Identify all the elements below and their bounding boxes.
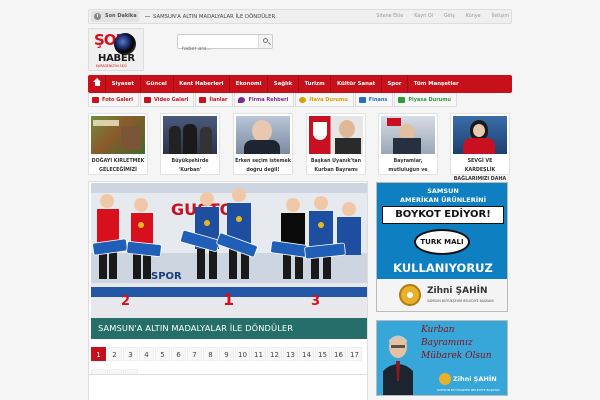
- top-link-imprint[interactable]: Künye: [466, 10, 481, 24]
- nav-home[interactable]: [88, 75, 106, 93]
- breaking-news-label: Son Dakika: [91, 11, 139, 22]
- nav-item-health[interactable]: Sağlık: [268, 75, 299, 93]
- news-image[interactable]: [163, 116, 217, 154]
- logo-text-haber: HABER: [98, 53, 135, 64]
- news-caption[interactable]: SEVGİ VE KARDEŞLİK BAĞLARIMIZI DAHA: [452, 157, 508, 184]
- slider-page-13[interactable]: 13: [283, 347, 298, 361]
- subnav-photo-gallery[interactable]: Foto Galeri: [88, 93, 139, 107]
- news-card[interactable]: SEVGİ VE KARDEŞLİK BAĞLARIMIZI DAHA: [450, 113, 510, 182]
- finance-icon: [358, 96, 366, 103]
- megaphone-icon: [199, 96, 207, 103]
- news-image[interactable]: [91, 116, 145, 154]
- svg-text:2: 2: [121, 294, 130, 309]
- nav-item-city-news[interactable]: Kent Haberleri: [174, 75, 231, 93]
- slider-page-8[interactable]: 8: [203, 347, 218, 361]
- search-input[interactable]: [178, 42, 256, 56]
- news-caption[interactable]: Başkan Uyanık'tan Kurban Bayramı: [308, 157, 364, 175]
- news-card[interactable]: Bayramlar, mutluluğun ve: [378, 113, 438, 175]
- subnav-market[interactable]: Piyasa Durumu: [394, 93, 457, 107]
- news-thumbnails: DOĞAYI KIRLETMEK GELECEĞİMİZİ Büyükşehir…: [88, 113, 512, 182]
- slider-page-6[interactable]: 6: [171, 347, 186, 361]
- search-icon: [263, 38, 268, 43]
- municipality-seal-icon: [399, 284, 421, 306]
- news-caption[interactable]: DOĞAYI KIRLETMEK GELECEĞİMİZİ: [90, 157, 146, 175]
- video-icon: [143, 96, 151, 103]
- slider-page-17[interactable]: 17: [347, 347, 362, 361]
- camera-lens-icon: [114, 33, 136, 55]
- subnav-finance[interactable]: Finans: [354, 93, 394, 107]
- news-card[interactable]: DOĞAYI KIRLETMEK GELECEĞİMİZİ: [88, 113, 148, 175]
- page-wrapper: Son Dakika SAMSUN'A ALTIN MADALYALAR İLE…: [88, 0, 512, 400]
- nav-item-politics[interactable]: Siyaset: [106, 75, 141, 93]
- headline-image[interactable]: GUSTO SPOR 1 2 3: [91, 183, 367, 339]
- home-icon: [93, 78, 101, 87]
- slider-page-9[interactable]: 9: [219, 347, 234, 361]
- slider-page-10[interactable]: 10: [235, 347, 250, 361]
- main-nav: Siyaset Güncel Kent Haberleri Ekonomi Sa…: [88, 75, 512, 93]
- headline-caption[interactable]: SAMSUN'A ALTIN MADALYALAR İLE DÖNDÜLER: [98, 318, 293, 339]
- subnav-ads[interactable]: İlanlar: [195, 93, 234, 107]
- svg-text:SPOR: SPOR: [151, 271, 182, 282]
- turk-mali-logo: TURK MALI: [414, 229, 470, 255]
- logo-tagline: KARADENİZ'İN SESİ: [96, 64, 127, 68]
- eid-greeting-ad-banner[interactable]: Kurban Bayramınız Mübarek Olsun Zihni ŞA…: [376, 320, 508, 396]
- news-card[interactable]: Başkan Uyanık'tan Kurban Bayramı: [306, 113, 366, 175]
- news-caption[interactable]: Erken seçim istemek doğru değil!: [235, 157, 291, 175]
- news-image[interactable]: [309, 116, 363, 154]
- slider-page-7[interactable]: 7: [187, 347, 202, 361]
- slider-page-16[interactable]: 16: [331, 347, 346, 361]
- news-card[interactable]: Erken seçim istemek doğru değil!: [233, 113, 293, 175]
- slider-page-4[interactable]: 4: [139, 347, 154, 361]
- nav-item-tourism[interactable]: Turizm: [299, 75, 332, 93]
- top-link-login[interactable]: Giriş: [444, 10, 455, 24]
- news-caption[interactable]: Bayramlar, mutluluğun ve: [380, 157, 436, 175]
- camera-icon: [92, 96, 99, 103]
- site-logo[interactable]: ŞOK HABER KARADENİZ'İN SESİ: [88, 28, 144, 71]
- subnav-weather[interactable]: Hava Durumu: [295, 93, 354, 107]
- subnav-video-gallery[interactable]: Video Galeri: [139, 93, 195, 107]
- ticker-bullet: [145, 16, 150, 17]
- top-links: Sitene Ekle Kayıt Ol Giriş Künye İletişi…: [365, 10, 509, 24]
- nav-item-culture-art[interactable]: Kültür Sanat: [331, 75, 382, 93]
- nav-item-economy[interactable]: Ekonomi: [230, 75, 269, 93]
- search-button[interactable]: [258, 35, 272, 48]
- top-link-add-site[interactable]: Sitene Ekle: [376, 10, 403, 24]
- breaking-news-ticker[interactable]: SAMSUN'A ALTIN MADALYALAR İLE DÖNDÜLER: [145, 10, 275, 24]
- slider-page-1[interactable]: 1: [91, 347, 106, 361]
- headline-caption-bar[interactable]: SAMSUN'A ALTIN MADALYALAR İLE DÖNDÜLER: [91, 318, 367, 339]
- weather-icon: [299, 96, 307, 103]
- slider-page-15[interactable]: 15: [315, 347, 330, 361]
- slider-page-3[interactable]: 3: [123, 347, 138, 361]
- content-box: [88, 374, 368, 400]
- search-box: [177, 34, 273, 56]
- news-image[interactable]: [453, 116, 507, 154]
- boycott-ad-banner[interactable]: SAMSUN AMERİKAN ÜRÜNLERİNİ BOYKOT EDİYOR…: [376, 182, 508, 312]
- slider-page-2[interactable]: 2: [107, 347, 122, 361]
- svg-text:1: 1: [223, 290, 234, 309]
- nav-item-all-headlines[interactable]: Tüm Manşetler: [408, 75, 464, 93]
- chart-icon: [398, 96, 406, 103]
- slider-page-11[interactable]: 11: [251, 347, 266, 361]
- subnav-company-directory[interactable]: Firma Rehberi: [234, 93, 295, 107]
- svg-text:3: 3: [311, 294, 320, 309]
- slider-page-14[interactable]: 14: [299, 347, 314, 361]
- slider-page-5[interactable]: 5: [155, 347, 170, 361]
- sub-nav: Foto Galeri Video Galeri İlanlar Firma R…: [88, 93, 512, 107]
- news-image[interactable]: [236, 116, 290, 154]
- news-image[interactable]: [381, 116, 435, 154]
- news-card[interactable]: Büyükşehirde 'Kurban': [160, 113, 220, 175]
- mayor-portrait: [383, 335, 413, 395]
- clock-icon: [94, 13, 101, 20]
- top-link-contact[interactable]: İletişim: [492, 10, 509, 24]
- athletes-photo: GUSTO SPOR 1 2 3: [91, 183, 367, 339]
- nav-item-sports[interactable]: Spor: [382, 75, 409, 93]
- map-pin-icon: [238, 96, 246, 103]
- slider-page-12[interactable]: 12: [267, 347, 282, 361]
- top-bar: Son Dakika SAMSUN'A ALTIN MADALYALAR İLE…: [88, 9, 512, 24]
- headline-slider: GUSTO SPOR 1 2 3: [88, 181, 368, 400]
- top-link-register[interactable]: Kayıt Ol: [414, 10, 433, 24]
- municipality-seal-icon: [439, 373, 451, 385]
- news-caption[interactable]: Büyükşehirde 'Kurban': [162, 157, 218, 175]
- nav-item-current[interactable]: Güncel: [141, 75, 174, 93]
